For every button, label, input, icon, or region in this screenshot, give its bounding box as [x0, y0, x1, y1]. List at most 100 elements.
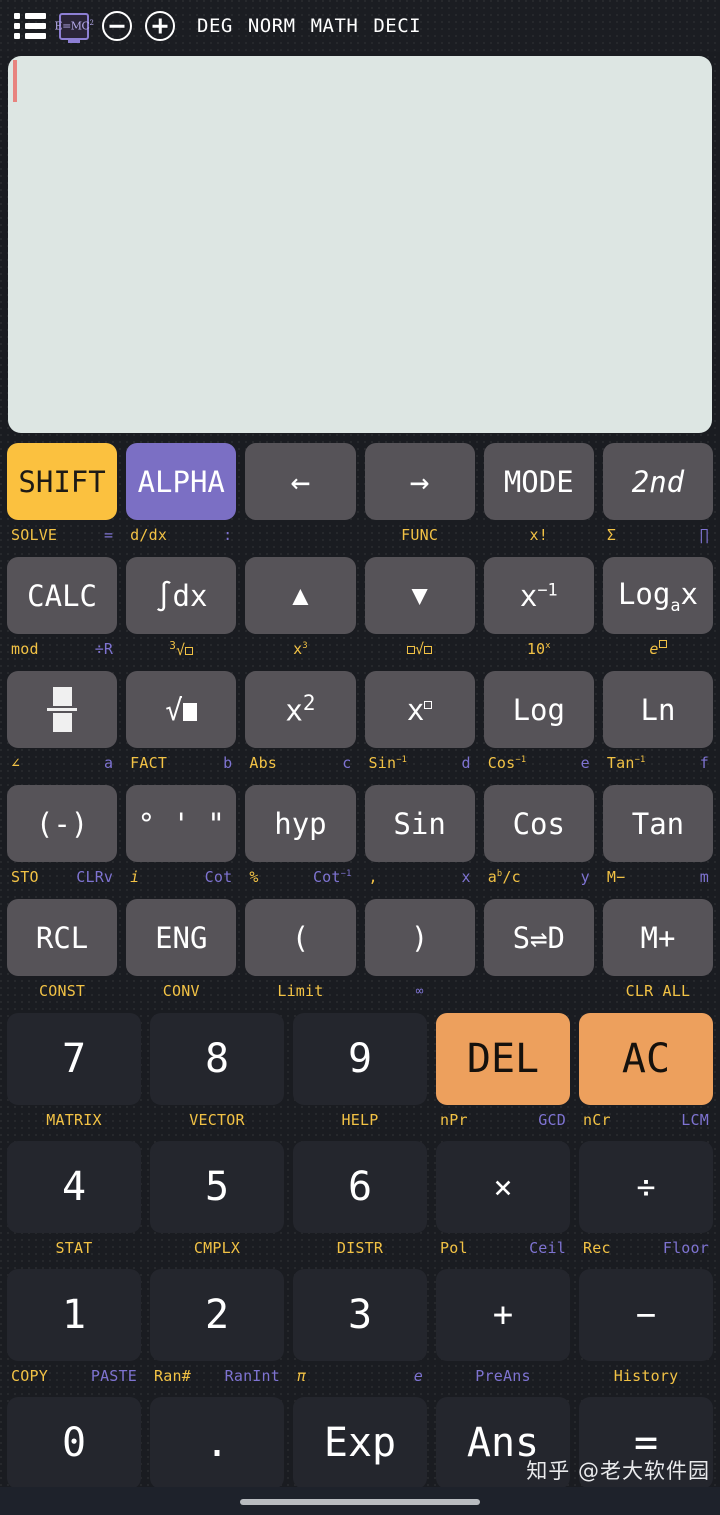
- sublabels-plus: PreAns: [436, 1361, 570, 1391]
- key-hyp[interactable]: hyp: [245, 785, 356, 862]
- key-4[interactable]: 4: [7, 1141, 141, 1233]
- sublabel-var-c: c: [342, 754, 352, 772]
- sublabel-xcubed: x3: [293, 640, 308, 658]
- status-flag-angle[interactable]: DEG: [197, 15, 233, 37]
- sqrt-glyph: √: [165, 693, 198, 727]
- key-3[interactable]: 3: [293, 1269, 427, 1361]
- key-rcl[interactable]: RCL: [7, 899, 118, 976]
- key-memory-plus[interactable]: M+: [602, 899, 714, 976]
- key-ac[interactable]: AC: [579, 1013, 713, 1105]
- calculator-display[interactable]: [8, 56, 712, 433]
- status-flag-base[interactable]: DECI: [373, 15, 421, 37]
- key-7[interactable]: 7: [7, 1013, 141, 1105]
- key-2[interactable]: 2: [150, 1269, 284, 1361]
- sublabel-divr: ÷R: [94, 640, 114, 658]
- sublabels-down: √: [365, 634, 475, 664]
- sublabels-tan: M− m: [603, 862, 713, 892]
- key-ln[interactable]: Ln: [602, 671, 714, 748]
- key-shift[interactable]: SHIFT: [7, 443, 118, 520]
- plus-circle-icon[interactable]: [145, 11, 175, 41]
- sublabels-memory-plus: CLR ALL: [603, 976, 713, 1006]
- sublabel-stat: STAT: [55, 1239, 93, 1257]
- sublabel-memory-minus: M−: [606, 868, 626, 886]
- sublabels-9: HELP: [293, 1105, 427, 1135]
- key-9[interactable]: 9: [293, 1013, 427, 1105]
- key-log[interactable]: Log: [483, 671, 594, 748]
- key-sd-toggle[interactable]: S⇌D: [483, 899, 594, 976]
- key-paren-close[interactable]: ): [364, 899, 475, 976]
- key-negate[interactable]: (-): [7, 785, 118, 862]
- emc2-icon[interactable]: E=MC2: [55, 12, 94, 40]
- key-sqrt[interactable]: √: [126, 671, 237, 748]
- key-sin[interactable]: Sin: [364, 785, 475, 862]
- sublabel-pol: Pol: [440, 1239, 468, 1257]
- sublabel-sigma: Σ: [606, 526, 617, 544]
- key-log-base-a[interactable]: Logax: [602, 557, 714, 634]
- key-fraction[interactable]: [7, 671, 118, 748]
- top-status-bar: E=MC2 DEG NORM MATH DECI: [0, 0, 720, 52]
- key-eng[interactable]: ENG: [126, 899, 237, 976]
- key-divide[interactable]: ÷: [579, 1141, 713, 1233]
- key-alpha[interactable]: ALPHA: [126, 443, 237, 520]
- key-cos[interactable]: Cos: [483, 785, 594, 862]
- sublabel-paste: PASTE: [90, 1367, 137, 1385]
- sublabels-log-base-a: e: [603, 634, 713, 664]
- key-decimal-point[interactable]: .: [150, 1397, 284, 1489]
- sublabels-power: Sin−1 d: [365, 748, 475, 778]
- key-power[interactable]: x: [364, 671, 475, 748]
- sublabel-pi: π: [297, 1367, 307, 1385]
- key-multiply[interactable]: ×: [436, 1141, 570, 1233]
- list-menu-icon[interactable]: [14, 13, 46, 39]
- sublabels-multiply: Pol Ceil: [436, 1233, 570, 1263]
- emc2-formula: E=MC: [54, 19, 90, 33]
- key-reciprocal[interactable]: x−1: [483, 557, 594, 634]
- key-arrow-right[interactable]: →: [364, 443, 475, 520]
- key-0[interactable]: 0: [7, 1397, 141, 1489]
- sublabel-angle: ∠: [11, 754, 21, 772]
- sublabels-7: MATRIX: [7, 1105, 141, 1135]
- key-down[interactable]: ▼: [364, 557, 475, 634]
- sublabel-distr: DISTR: [336, 1239, 384, 1257]
- sublabels-3: π e: [293, 1361, 427, 1391]
- key-5[interactable]: 5: [150, 1141, 284, 1233]
- key-1[interactable]: 1: [7, 1269, 141, 1361]
- sublabel-floor: Floor: [662, 1239, 709, 1257]
- fraction-icon: [47, 687, 78, 732]
- minus-circle-icon[interactable]: [102, 11, 132, 41]
- key-arrow-left[interactable]: ←: [245, 443, 356, 520]
- key-calc[interactable]: CALC: [7, 557, 118, 634]
- key-dms[interactable]: ° ' ": [126, 785, 237, 862]
- key-2nd[interactable]: 2nd: [602, 443, 714, 520]
- emc2-exponent: 2: [89, 19, 94, 28]
- sublabel-vector: VECTOR: [189, 1111, 245, 1129]
- sublabel-cuberoot: 3√: [169, 639, 194, 659]
- sublabels-ac: nCr LCM: [579, 1105, 713, 1135]
- sublabel-solve: SOLVE: [11, 526, 58, 544]
- key-mode[interactable]: MODE: [483, 443, 594, 520]
- sublabel-history: History: [613, 1367, 679, 1385]
- triangle-up-icon: ▲: [292, 580, 309, 611]
- sublabel-comma: ,: [368, 868, 378, 886]
- key-6[interactable]: 6: [293, 1141, 427, 1233]
- key-paren-open[interactable]: (: [245, 899, 356, 976]
- key-square[interactable]: x2: [245, 671, 356, 748]
- key-del[interactable]: DEL: [436, 1013, 570, 1105]
- status-flag-input[interactable]: MATH: [311, 15, 359, 37]
- sublabel-ranint: RanInt: [224, 1367, 280, 1385]
- home-indicator[interactable]: [240, 1499, 480, 1505]
- sublabels-ln: Tan−1 f: [603, 748, 713, 778]
- sublabel-cmplx: CMPLX: [193, 1239, 241, 1257]
- system-navigation-bar: [0, 1487, 720, 1515]
- key-integral[interactable]: ∫dx: [126, 557, 237, 634]
- keypad-row-2: CALC mod ÷R ∫dx 3√ ▲ x3 ▼ √ x−1 10x Loga…: [0, 557, 720, 671]
- sublabels-arrow-right: FUNC: [365, 520, 475, 550]
- key-tan[interactable]: Tan: [602, 785, 714, 862]
- sublabels-alpha: d/dx :: [126, 520, 236, 550]
- key-minus[interactable]: −: [579, 1269, 713, 1361]
- key-exp[interactable]: Exp: [293, 1397, 427, 1489]
- status-flag-display[interactable]: NORM: [248, 15, 296, 37]
- key-plus[interactable]: +: [436, 1269, 570, 1361]
- key-8[interactable]: 8: [150, 1013, 284, 1105]
- sublabel-colon: :: [223, 526, 233, 544]
- key-up[interactable]: ▲: [245, 557, 356, 634]
